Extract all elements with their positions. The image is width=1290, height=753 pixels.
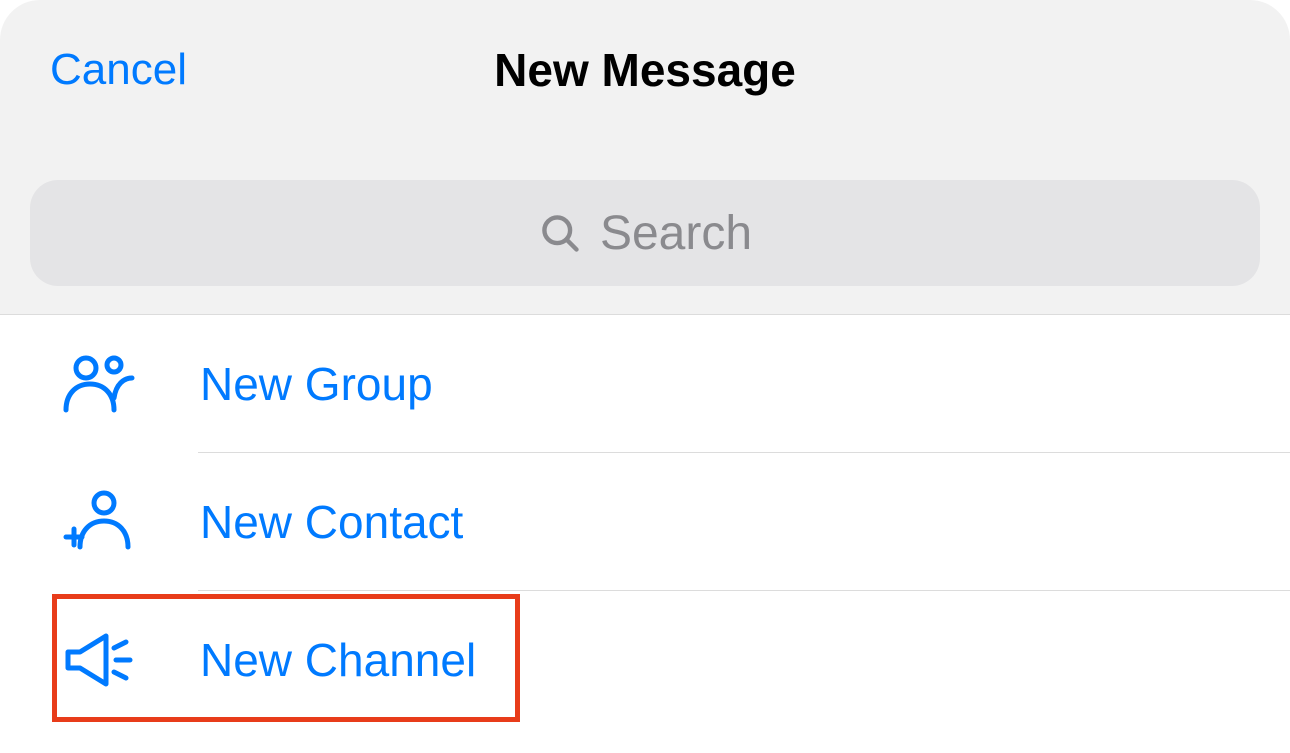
sheet-header: Cancel New Message Search bbox=[0, 0, 1290, 315]
search-input[interactable]: Search bbox=[30, 180, 1260, 286]
megaphone-icon bbox=[62, 630, 142, 690]
new-contact-option[interactable]: New Contact bbox=[0, 453, 1290, 591]
add-contact-icon bbox=[62, 489, 142, 555]
cancel-button[interactable]: Cancel bbox=[50, 45, 187, 95]
search-container: Search bbox=[0, 180, 1290, 286]
new-group-option[interactable]: New Group bbox=[0, 315, 1290, 453]
search-icon bbox=[538, 211, 582, 255]
new-channel-option[interactable]: New Channel bbox=[0, 591, 1290, 729]
new-group-label: New Group bbox=[200, 357, 433, 411]
options-list: New Group New Contact bbox=[0, 315, 1290, 729]
search-placeholder: Search bbox=[600, 206, 752, 261]
group-icon bbox=[62, 354, 142, 414]
new-contact-label: New Contact bbox=[200, 495, 463, 549]
new-message-sheet: Cancel New Message Search bbox=[0, 0, 1290, 753]
page-title: New Message bbox=[494, 43, 796, 97]
header-top-bar: Cancel New Message bbox=[0, 40, 1290, 100]
new-channel-label: New Channel bbox=[200, 633, 476, 687]
